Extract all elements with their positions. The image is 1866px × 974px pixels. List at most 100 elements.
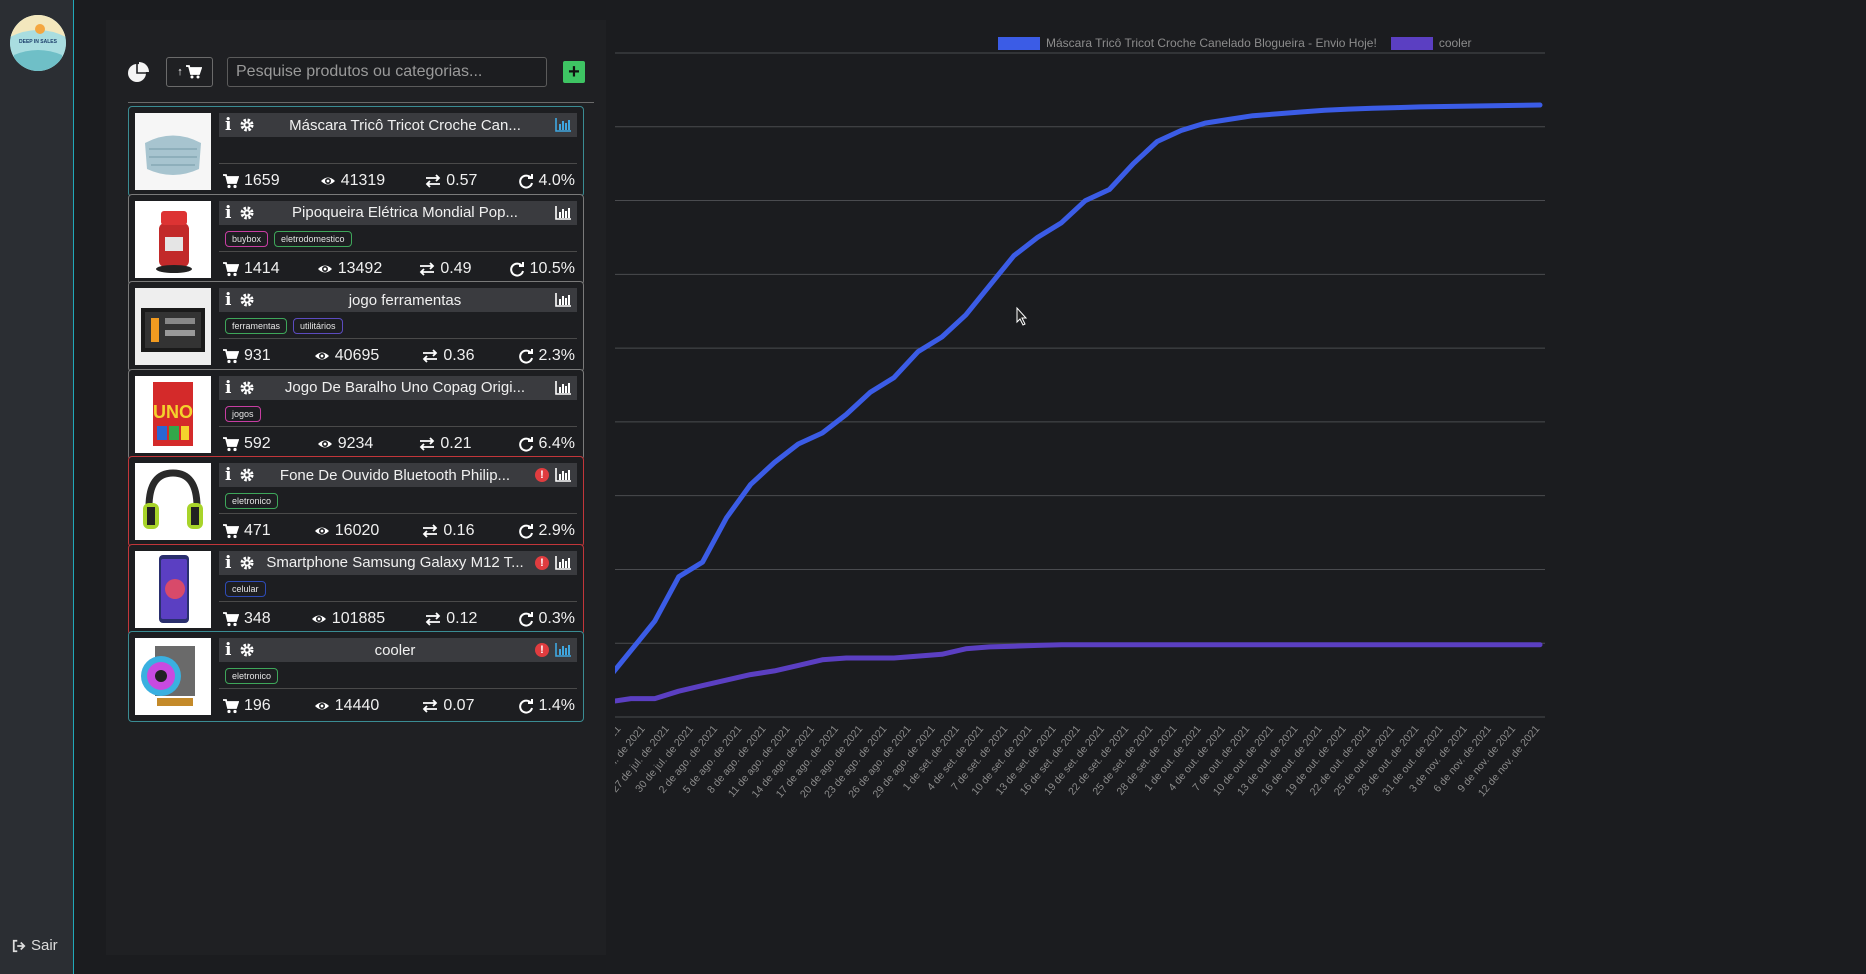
app-logo[interactable]: DEEP IN SALES <box>10 15 66 71</box>
legend-item[interactable]: cooler <box>1390 36 1472 50</box>
info-icon[interactable]: i <box>225 554 235 571</box>
product-image <box>135 113 211 190</box>
alert-icon[interactable]: ! <box>535 643 549 657</box>
bar-chart-icon[interactable] <box>555 468 571 482</box>
sales-value: 1659 <box>244 172 280 189</box>
sales-stat: 1659 <box>223 172 280 190</box>
info-icon[interactable]: i <box>225 467 235 484</box>
product-card[interactable]: i Smartphone Samsung Galaxy M12 T... ! c… <box>128 543 584 635</box>
exchange-icon <box>420 436 435 451</box>
cart-icon <box>223 436 239 451</box>
product-card[interactable]: i Máscara Tricô Tricot Croche Can... 165… <box>128 106 584 197</box>
sort-cart-button[interactable]: ↑ <box>166 57 213 87</box>
alert-icon[interactable]: ! <box>535 468 549 482</box>
conversion-stat: 1.4% <box>518 697 575 715</box>
card-header: i jogo ferramentas <box>219 288 577 312</box>
product-title[interactable]: Máscara Tricô Tricot Croche Can... <box>255 117 555 134</box>
product-title[interactable]: Fone De Ouvido Bluetooth Philip... <box>255 467 535 484</box>
category-tag[interactable]: ferramentas <box>225 318 288 334</box>
product-title[interactable]: Smartphone Samsung Galaxy M12 T... <box>255 554 535 571</box>
info-icon[interactable]: i <box>225 117 235 134</box>
gear-icon[interactable] <box>239 467 255 483</box>
sales-stat: 931 <box>223 347 271 365</box>
category-tag[interactable]: eletronico <box>225 493 279 509</box>
legend-swatch <box>1390 36 1433 50</box>
legend-item[interactable]: Máscara Tricô Tricot Croche Canelado Blo… <box>998 36 1377 50</box>
product-stats: 931 40695 0.36 2.3% <box>219 344 579 368</box>
product-thumbnail <box>135 200 211 278</box>
exchange-icon <box>426 174 441 188</box>
bar-chart-icon[interactable] <box>555 118 571 132</box>
gear-icon[interactable] <box>239 380 255 396</box>
refresh-icon <box>518 349 533 364</box>
ratio-stat: 0.07 <box>422 697 474 715</box>
bar-chart-icon[interactable] <box>555 205 571 220</box>
conversion-value: 2.3% <box>538 347 575 364</box>
conversion-value: 1.4% <box>538 697 575 714</box>
product-card[interactable]: i Pipoqueira Elétrica Mondial Pop... buy… <box>128 193 584 285</box>
category-tag[interactable]: jogos <box>225 405 261 422</box>
product-image <box>135 638 211 715</box>
exchange-icon <box>423 349 438 363</box>
toolbar: ↑ + <box>126 52 594 92</box>
tag-list: jogos <box>225 405 261 422</box>
product-image <box>135 463 211 540</box>
eye-icon <box>317 265 332 272</box>
product-thumbnail: UNO <box>135 375 211 453</box>
sales-value: 931 <box>244 347 271 364</box>
add-product-button[interactable]: + <box>563 61 585 83</box>
search-input[interactable] <box>227 57 547 87</box>
product-card[interactable]: i cooler ! eletronico 196 14440 0.07 1.4… <box>128 631 584 722</box>
product-title[interactable]: cooler <box>255 642 535 659</box>
conversion-value: 6.4% <box>538 434 575 452</box>
bar-chart-icon[interactable] <box>555 555 571 570</box>
tag-list: ferramentas utilitários <box>225 318 343 334</box>
product-card[interactable]: i Fone De Ouvido Bluetooth Philip... ! e… <box>128 456 584 547</box>
ratio-value: 0.16 <box>443 522 475 539</box>
product-title[interactable]: jogo ferramentas <box>255 292 555 309</box>
conversion-stat: 10.5% <box>509 260 575 278</box>
info-icon[interactable]: i <box>225 204 235 221</box>
tag-list: eletronico <box>225 493 279 509</box>
category-tag[interactable]: eletronico <box>225 668 279 684</box>
info-icon[interactable]: i <box>225 642 235 659</box>
cart-icon <box>223 524 239 539</box>
pie-chart-icon[interactable] <box>126 60 150 84</box>
product-card[interactable]: UNO i Jogo De Baralho Uno Copag Origi...… <box>128 368 584 460</box>
ratio-stat: 0.49 <box>419 260 471 278</box>
category-tag[interactable]: utilitários <box>293 318 343 334</box>
ratio-stat: 0.16 <box>422 522 474 540</box>
sales-chart: 02004006008001.0001.2001.4001.6001.800Ve… <box>615 52 1545 800</box>
card-divider <box>219 513 577 514</box>
gear-icon[interactable] <box>239 292 255 308</box>
product-card[interactable]: i jogo ferramentas ferramentas utilitário… <box>128 281 584 372</box>
product-title[interactable]: Jogo De Baralho Uno Copag Origi... <box>255 379 555 396</box>
logout-button[interactable]: Sair <box>12 937 58 954</box>
eye-icon <box>311 615 326 622</box>
gear-icon[interactable] <box>239 642 255 658</box>
ratio-stat: 0.57 <box>425 172 477 190</box>
refresh-icon <box>509 261 524 277</box>
product-image: UNO <box>135 375 211 453</box>
bar-chart-icon[interactable] <box>555 643 571 657</box>
bar-chart-icon[interactable] <box>555 293 571 307</box>
product-image <box>135 550 211 628</box>
exchange-icon <box>420 261 435 276</box>
sign-out-icon <box>12 939 26 952</box>
gear-icon[interactable] <box>239 555 255 571</box>
category-tag[interactable]: celular <box>225 580 266 597</box>
tag-list: celular <box>225 580 266 597</box>
alert-icon[interactable]: ! <box>535 555 549 570</box>
sort-arrow-icon: ↑ <box>177 66 183 78</box>
card-header: i Fone De Ouvido Bluetooth Philip... ! <box>219 463 577 487</box>
bar-chart-icon[interactable] <box>555 380 571 395</box>
gear-icon[interactable] <box>239 117 255 133</box>
product-title[interactable]: Pipoqueira Elétrica Mondial Pop... <box>255 204 555 221</box>
card-divider <box>219 600 577 602</box>
category-tag[interactable]: eletrodomestico <box>274 230 352 247</box>
category-tag[interactable]: buybox <box>225 230 269 247</box>
info-icon[interactable]: i <box>225 292 235 309</box>
gear-icon[interactable] <box>239 205 255 221</box>
views-value: 101885 <box>331 609 386 627</box>
info-icon[interactable]: i <box>225 379 235 396</box>
